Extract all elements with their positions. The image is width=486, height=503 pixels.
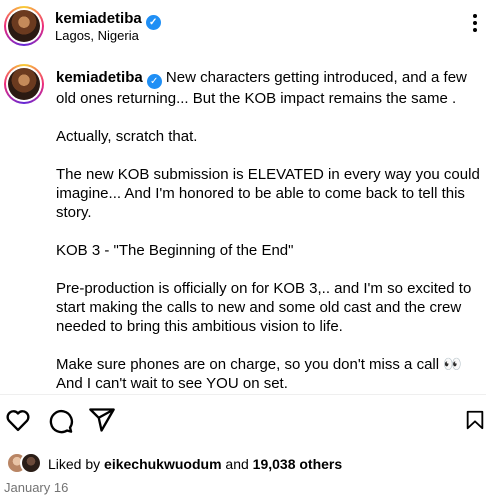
caption-text: Pre-production is officially on for KOB …	[56, 280, 472, 335]
save-icon[interactable]	[464, 406, 486, 434]
post-caption: kemiadetiba ✓ New characters getting intr…	[56, 68, 484, 393]
liker-avatar[interactable]	[20, 452, 42, 474]
caption-text: KOB 3 - "The Beginning of the End"	[56, 242, 294, 259]
post-location[interactable]: Lagos, Nigeria	[55, 28, 139, 43]
author-avatar[interactable]	[4, 6, 44, 46]
verified-icon: ✓	[146, 74, 162, 89]
caption-text: Make sure phones are on charge, so you d…	[56, 356, 462, 392]
share-icon[interactable]	[88, 406, 116, 434]
comment-icon[interactable]	[46, 406, 74, 434]
author-username[interactable]: kemiadetiba ✓	[55, 10, 161, 30]
post-header: kemiadetiba ✓ Lagos, Nigeria	[0, 0, 486, 52]
divider	[0, 394, 486, 395]
liker-username[interactable]: eikechukwuodum	[104, 456, 221, 472]
more-icon[interactable]	[472, 14, 478, 36]
likes-row: Liked by eikechukwuodum and 19,038 other…	[6, 452, 486, 476]
caption-username[interactable]: kemiadetiba	[56, 69, 143, 86]
caption-text: The new KOB submission is ELEVATED in ev…	[56, 166, 480, 221]
action-bar	[0, 406, 486, 436]
caption-text: Actually, scratch that.	[56, 128, 198, 145]
post-date[interactable]: January 16	[4, 480, 68, 495]
heart-icon[interactable]	[4, 406, 32, 434]
likes-summary: Liked by eikechukwuodum and 19,038 other…	[48, 456, 343, 472]
verified-icon: ✓	[145, 15, 161, 30]
likes-count[interactable]: 19,038 others	[253, 456, 343, 472]
caption-avatar[interactable]	[4, 64, 44, 104]
